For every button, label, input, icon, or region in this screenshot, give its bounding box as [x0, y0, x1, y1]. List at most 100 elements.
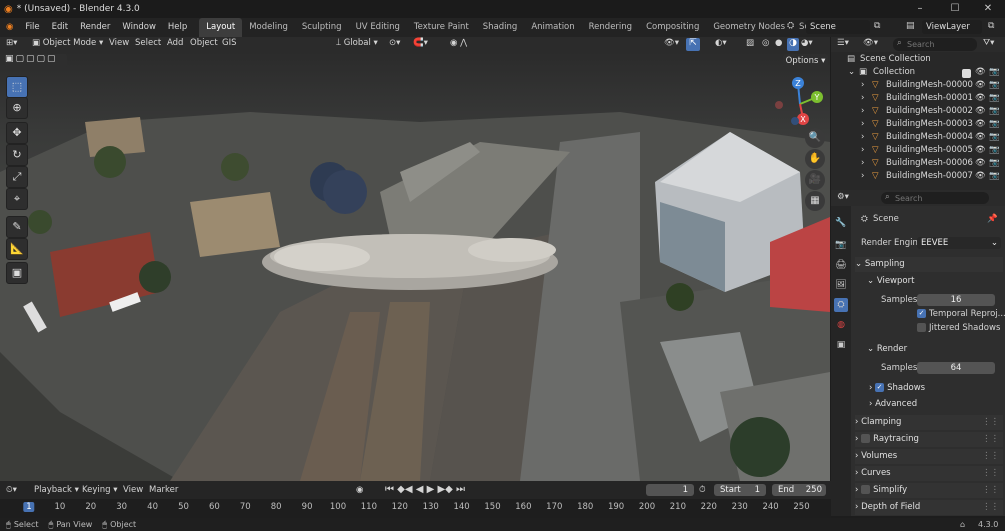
scene-tab-icon[interactable]: ⛭ [834, 298, 848, 312]
mode-selector[interactable]: ▣ Object Mode ▾ [32, 38, 103, 48]
section-checkbox[interactable] [861, 485, 871, 494]
visibility-eye-icon[interactable]: 👁 [975, 119, 986, 129]
visibility-eye-icon[interactable]: 👁 [975, 158, 986, 168]
expand-arrow-icon[interactable]: › [861, 145, 864, 155]
render-camera-icon[interactable]: 📷 [989, 80, 1000, 90]
expand-arrow-icon[interactable]: › [861, 93, 864, 103]
menu-gis[interactable]: GIS [222, 38, 237, 48]
render-camera-icon[interactable]: 📷 [989, 119, 1000, 129]
world-tab-icon[interactable]: ◍ [834, 318, 848, 332]
start-frame-field[interactable]: Start 1 [714, 484, 766, 496]
end-frame-field[interactable]: End 250 [772, 484, 826, 496]
new-view-layer-icon[interactable]: ⧉ [988, 21, 994, 31]
timeline-view-menu[interactable]: View [123, 485, 143, 495]
blender-menu-icon[interactable]: ◉ [0, 18, 19, 37]
expand-arrow-icon[interactable]: › [861, 158, 864, 168]
playback-controls[interactable]: ⏮ ◆◀ ◀ ▶ ▶◆ ⏭ [385, 484, 465, 495]
tab-sculpting[interactable]: Sculpting [295, 18, 349, 37]
properties-search-input[interactable] [881, 192, 989, 204]
jittered-shadows-checkbox[interactable] [917, 323, 926, 332]
outliner-item[interactable]: › ▽ BuildingMesh-00005 👁 📷 [831, 145, 1005, 158]
outliner-item[interactable]: › ▽ BuildingMesh-00006 👁 📷 [831, 158, 1005, 171]
scale-tool[interactable]: ⤢ [6, 166, 28, 188]
properties-section[interactable]: › Raytracing ⋮⋮ [855, 432, 1003, 447]
drag-handle-icon[interactable]: ⋮⋮ [982, 483, 999, 498]
drag-handle-icon[interactable]: ⋮⋮ [982, 432, 999, 447]
measure-tool[interactable]: 📐 [6, 238, 28, 260]
outliner-search-input[interactable] [893, 38, 977, 51]
perspective-grid-icon[interactable]: ▦ [805, 191, 825, 211]
drag-handle-icon[interactable]: ⋮⋮ [982, 500, 999, 515]
expand-arrow-icon[interactable]: › [861, 132, 864, 142]
sampling-section[interactable]: ⌄ Sampling [855, 257, 1003, 272]
scene-name-field[interactable]: Scene [806, 20, 870, 34]
shadows-subsection[interactable]: › ✓ Shadows [869, 381, 1003, 396]
options-button[interactable]: Options ▾ [783, 54, 828, 68]
advanced-subsection[interactable]: › Advanced [869, 397, 1003, 412]
close-button[interactable]: ✕ [971, 0, 1005, 18]
properties-section[interactable]: › Clamping ⋮⋮ [855, 415, 1003, 430]
auto-keying-icon[interactable]: ◉ [356, 485, 363, 495]
minimize-button[interactable]: – [903, 0, 937, 18]
material-shading-icon[interactable]: ◑ [787, 38, 799, 51]
jittered-shadows-row[interactable]: Jittered Shadows [917, 323, 1000, 333]
outliner-item[interactable]: › ▽ BuildingMesh-00004 👁 📷 [831, 132, 1005, 145]
new-scene-icon[interactable]: ⧉ [874, 21, 880, 31]
collection-tab-icon[interactable]: ▣ [834, 338, 848, 352]
menu-edit[interactable]: Edit [46, 18, 74, 37]
tool-tab-icon[interactable]: 🔧 [834, 216, 848, 230]
visibility-eye-icon[interactable]: 👁 [975, 93, 986, 103]
render-camera-icon[interactable]: 📷 [989, 67, 1000, 77]
view-layer-field[interactable]: ViewLayer [922, 20, 982, 34]
current-frame-field[interactable]: 1 [646, 484, 694, 496]
menu-add[interactable]: Add [167, 38, 183, 48]
menu-window[interactable]: Window [116, 18, 162, 37]
visibility-eye-icon[interactable]: 👁 [975, 67, 986, 77]
drag-handle-icon[interactable]: ⋮⋮ [982, 449, 999, 464]
render-engine-dropdown[interactable]: EEVEE ⌄ [917, 237, 1001, 249]
selection-mode-icons[interactable]: ▣▢▢▢▢ [5, 54, 67, 67]
pan-hand-icon[interactable]: ✋ [805, 149, 825, 169]
pin-icon[interactable]: 📌 [987, 214, 998, 224]
visibility-eye-icon[interactable]: 👁 [975, 171, 986, 181]
tab-animation[interactable]: Animation [524, 18, 581, 37]
properties-section[interactable]: › Depth of Field ⋮⋮ [855, 500, 1003, 515]
expand-arrow-icon[interactable]: › [861, 119, 864, 129]
keying-menu[interactable]: Keying ▾ [82, 485, 118, 495]
viewport-samples-field[interactable]: 16 [917, 294, 995, 306]
menu-file[interactable]: File [19, 18, 45, 37]
tab-shading[interactable]: Shading [476, 18, 525, 37]
temporal-reprojection-checkbox[interactable]: ✓ [917, 309, 926, 318]
rendered-shading-icon[interactable]: ◕▾ [801, 38, 813, 48]
scene-collection-row[interactable]: ▤ Scene Collection [831, 54, 1005, 67]
playback-menu[interactable]: Playback ▾ [34, 485, 79, 495]
3d-viewport[interactable]: ⬚ ⊕ ✥ ↻ ⤢ ⌖ ✎ 📐 ▣ ▣▢▢▢▢ Options ▾ Z Y X … [0, 52, 830, 481]
cursor-tool[interactable]: ⊕ [6, 97, 28, 119]
outliner-item[interactable]: › ▽ BuildingMesh-00001 👁 📷 [831, 93, 1005, 106]
gizmo-toggle-icon[interactable]: ⇱ [686, 38, 700, 51]
zoom-icon[interactable]: 🔍 [805, 128, 825, 148]
properties-section[interactable]: › Volumes ⋮⋮ [855, 449, 1003, 464]
pivot-icon[interactable]: ⊙▾ [389, 38, 400, 48]
render-samples-field[interactable]: 64 [917, 362, 995, 374]
outliner-item[interactable]: › ▽ BuildingMesh-00003 👁 📷 [831, 119, 1005, 132]
menu-object[interactable]: Object [190, 38, 218, 48]
tab-texture-paint[interactable]: Texture Paint [407, 18, 476, 37]
menu-view[interactable]: View [109, 38, 129, 48]
transform-tool[interactable]: ⌖ [6, 188, 28, 210]
render-camera-icon[interactable]: 📷 [989, 171, 1000, 181]
marker-menu[interactable]: Marker [149, 485, 178, 495]
rotate-tool[interactable]: ↻ [6, 144, 28, 166]
move-tool[interactable]: ✥ [6, 122, 28, 144]
camera-view-icon[interactable]: 🎥 [805, 170, 825, 190]
view-layer-icon[interactable]: ▤ [906, 21, 915, 31]
visibility-eye-icon[interactable]: 👁 [975, 106, 986, 116]
view-layer-tab-icon[interactable]: 🖼 [834, 278, 848, 292]
temporal-reprojection-row[interactable]: ✓ Temporal Reproj... [917, 309, 1005, 319]
render-camera-icon[interactable]: 📷 [989, 158, 1000, 168]
tab-modeling[interactable]: Modeling [242, 18, 295, 37]
overlay-icon[interactable]: ◐▾ [715, 38, 727, 48]
collapse-arrow-icon[interactable]: ⌄ [848, 67, 855, 77]
shadows-checkbox[interactable]: ✓ [875, 383, 885, 392]
timeline-editor-icon[interactable]: ⏲▾ [6, 485, 17, 495]
